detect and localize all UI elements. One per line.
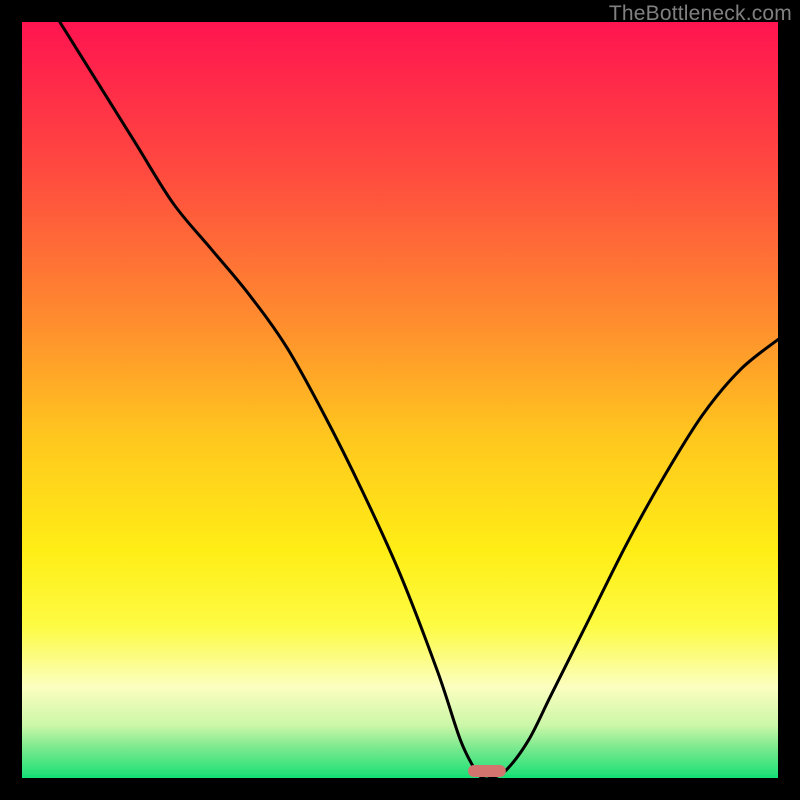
gradient-background	[22, 22, 778, 778]
chart-svg	[22, 22, 778, 778]
optimal-marker	[468, 765, 506, 777]
baseline	[22, 775, 778, 778]
watermark-text: TheBottleneck.com	[609, 2, 792, 26]
chart-frame: TheBottleneck.com	[0, 0, 800, 800]
plot-area	[22, 22, 778, 778]
